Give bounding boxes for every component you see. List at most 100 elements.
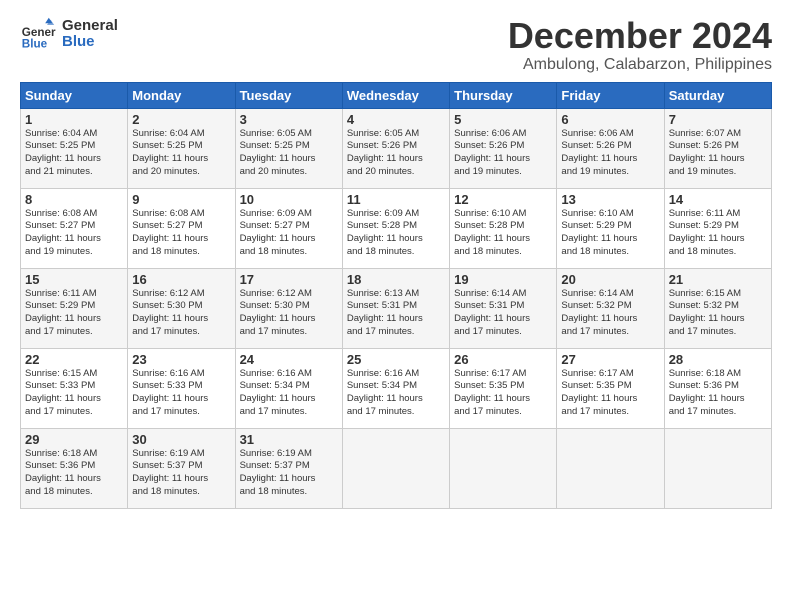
cell-line: Sunrise: 6:19 AM — [240, 448, 312, 459]
cell-line: and 18 minutes. — [240, 246, 308, 257]
cell-line: and 18 minutes. — [561, 246, 629, 257]
cell-line: Sunset: 5:33 PM — [132, 380, 202, 391]
location: Ambulong, Calabarzon, Philippines — [508, 56, 772, 74]
cell-line: Sunrise: 6:16 AM — [240, 368, 312, 379]
calendar-cell: 24Sunrise: 6:16 AMSunset: 5:34 PMDayligh… — [235, 348, 342, 428]
cell-text: Sunrise: 6:10 AMSunset: 5:29 PM Daylight:… — [561, 208, 659, 259]
calendar-cell: 17Sunrise: 6:12 AMSunset: 5:30 PMDayligh… — [235, 268, 342, 348]
cell-line: Sunset: 5:26 PM — [454, 140, 524, 151]
cell-line: Daylight: 11 hours — [240, 393, 316, 404]
cell-text: Sunrise: 6:07 AMSunset: 5:26 PMDaylight:… — [669, 128, 767, 179]
cell-text: Sunrise: 6:14 AMSunset: 5:32 PMDaylight:… — [561, 288, 659, 339]
cell-text: Sunrise: 6:16 AMSunset: 5:34 PMDaylight:… — [240, 368, 338, 419]
cell-line: Sunset: 5:26 PM — [561, 140, 631, 151]
cell-line: Sunrise: 6:06 AM — [561, 128, 633, 139]
cell-text: Sunrise: 6:18 AMSunset: 5:36 PMDaylight:… — [25, 448, 123, 499]
cell-line: Daylight: 11 hours — [240, 233, 316, 244]
calendar-cell — [557, 428, 664, 508]
header-day-saturday: Saturday — [664, 82, 771, 108]
day-number: 29 — [25, 432, 123, 447]
cell-text: Sunrise: 6:06 AMSunset: 5:26 PMDaylight:… — [454, 128, 552, 179]
cell-line: Sunrise: 6:17 AM — [561, 368, 633, 379]
calendar-cell: 8Sunrise: 6:08 AMSunset: 5:27 PMDaylight… — [21, 188, 128, 268]
calendar-cell: 3Sunrise: 6:05 AMSunset: 5:25 PMDaylight… — [235, 108, 342, 188]
day-number: 31 — [240, 432, 338, 447]
cell-text: Sunrise: 6:11 AMSunset: 5:29 PMDaylight:… — [669, 208, 767, 259]
logo-line1: General — [62, 18, 118, 35]
calendar-cell — [450, 428, 557, 508]
cell-line: Sunrise: 6:07 AM — [669, 128, 741, 139]
cell-line: Daylight: 11 hours — [25, 393, 101, 404]
cell-line: Daylight: 11 hours — [669, 233, 745, 244]
cell-line: and 19 minutes. — [25, 246, 93, 257]
cell-text: Sunrise: 6:16 AMSunset: 5:33 PMDaylight:… — [132, 368, 230, 419]
cell-line: Sunset: 5:28 PM — [454, 220, 524, 231]
cell-line: and 20 minutes. — [132, 166, 200, 177]
day-number: 27 — [561, 352, 659, 367]
cell-line: Sunrise: 6:05 AM — [240, 128, 312, 139]
day-number: 24 — [240, 352, 338, 367]
cell-line: and 19 minutes. — [454, 166, 522, 177]
calendar-cell: 9Sunrise: 6:08 AMSunset: 5:27 PMDaylight… — [128, 188, 235, 268]
cell-line: Sunrise: 6:10 AM — [561, 208, 633, 219]
cell-text: Sunrise: 6:12 AMSunset: 5:30 PMDaylight:… — [240, 288, 338, 339]
cell-line: Sunrise: 6:19 AM — [132, 448, 204, 459]
cell-line: and 19 minutes. — [561, 166, 629, 177]
cell-line: Sunrise: 6:12 AM — [132, 288, 204, 299]
cell-text: Sunrise: 6:12 AMSunset: 5:30 PMDaylight:… — [132, 288, 230, 339]
cell-line: and 18 minutes. — [240, 486, 308, 497]
calendar-cell: 29Sunrise: 6:18 AMSunset: 5:36 PMDayligh… — [21, 428, 128, 508]
calendar-cell: 18Sunrise: 6:13 AMSunset: 5:31 PMDayligh… — [342, 268, 449, 348]
calendar-cell: 20Sunrise: 6:14 AMSunset: 5:32 PMDayligh… — [557, 268, 664, 348]
cell-line: Daylight: 11 hours — [561, 313, 637, 324]
day-number: 14 — [669, 192, 767, 207]
cell-line: Daylight: 11 hours — [347, 153, 423, 164]
cell-line: and 20 minutes. — [347, 166, 415, 177]
cell-line: and 21 minutes. — [25, 166, 93, 177]
calendar-cell — [664, 428, 771, 508]
svg-text:Blue: Blue — [22, 38, 48, 51]
day-number: 22 — [25, 352, 123, 367]
calendar-cell: 21Sunrise: 6:15 AMSunset: 5:32 PMDayligh… — [664, 268, 771, 348]
cell-line: Sunset: 5:29 PM — [25, 300, 95, 311]
cell-line: and 17 minutes. — [25, 406, 93, 417]
cell-line: Daylight: 11 hours — [561, 233, 637, 244]
day-number: 5 — [454, 112, 552, 127]
cell-line: Sunset: 5:27 PM — [25, 220, 95, 231]
cell-line: Daylight: 11 hours — [132, 153, 208, 164]
cell-line: Sunset: 5:25 PM — [25, 140, 95, 151]
calendar-cell: 26Sunrise: 6:17 AMSunset: 5:35 PMDayligh… — [450, 348, 557, 428]
calendar-cell: 1Sunrise: 6:04 AMSunset: 5:25 PMDaylight… — [21, 108, 128, 188]
calendar-cell: 27Sunrise: 6:17 AMSunset: 5:35 PMDayligh… — [557, 348, 664, 428]
cell-line: Sunset: 5:32 PM — [561, 300, 631, 311]
cell-line: Sunrise: 6:09 AM — [347, 208, 419, 219]
day-number: 8 — [25, 192, 123, 207]
cell-line: and 20 minutes. — [240, 166, 308, 177]
calendar-cell — [342, 428, 449, 508]
logo-icon: General Blue — [20, 16, 56, 52]
cell-line: Sunrise: 6:10 AM — [454, 208, 526, 219]
calendar-cell: 23Sunrise: 6:16 AMSunset: 5:33 PMDayligh… — [128, 348, 235, 428]
cell-text: Sunrise: 6:05 AMSunset: 5:25 PMDaylight:… — [240, 128, 338, 179]
cell-text: Sunrise: 6:13 AMSunset: 5:31 PMDaylight:… — [347, 288, 445, 339]
cell-line: and 17 minutes. — [240, 406, 308, 417]
day-number: 9 — [132, 192, 230, 207]
cell-line: Sunrise: 6:16 AM — [132, 368, 204, 379]
cell-line: Sunset: 5:29 PM — [669, 220, 739, 231]
cell-line: Sunset: 5:31 PM — [347, 300, 417, 311]
header-day-tuesday: Tuesday — [235, 82, 342, 108]
cell-line: and 17 minutes. — [132, 406, 200, 417]
header-day-wednesday: Wednesday — [342, 82, 449, 108]
cell-line: Sunset: 5:32 PM — [669, 300, 739, 311]
cell-line: Sunrise: 6:08 AM — [132, 208, 204, 219]
calendar-cell: 31Sunrise: 6:19 AMSunset: 5:37 PMDayligh… — [235, 428, 342, 508]
cell-line: Sunset: 5:29 PM — [561, 220, 631, 231]
cell-text: Sunrise: 6:14 AMSunset: 5:31 PMDaylight:… — [454, 288, 552, 339]
calendar-cell: 15Sunrise: 6:11 AMSunset: 5:29 PMDayligh… — [21, 268, 128, 348]
day-number: 18 — [347, 272, 445, 287]
cell-line: Daylight: 11 hours — [240, 313, 316, 324]
header-day-thursday: Thursday — [450, 82, 557, 108]
cell-line: Sunset: 5:31 PM — [454, 300, 524, 311]
calendar-cell: 13Sunrise: 6:10 AMSunset: 5:29 PMDayligh… — [557, 188, 664, 268]
cell-text: Sunrise: 6:04 AMSunset: 5:25 PMDaylight:… — [132, 128, 230, 179]
